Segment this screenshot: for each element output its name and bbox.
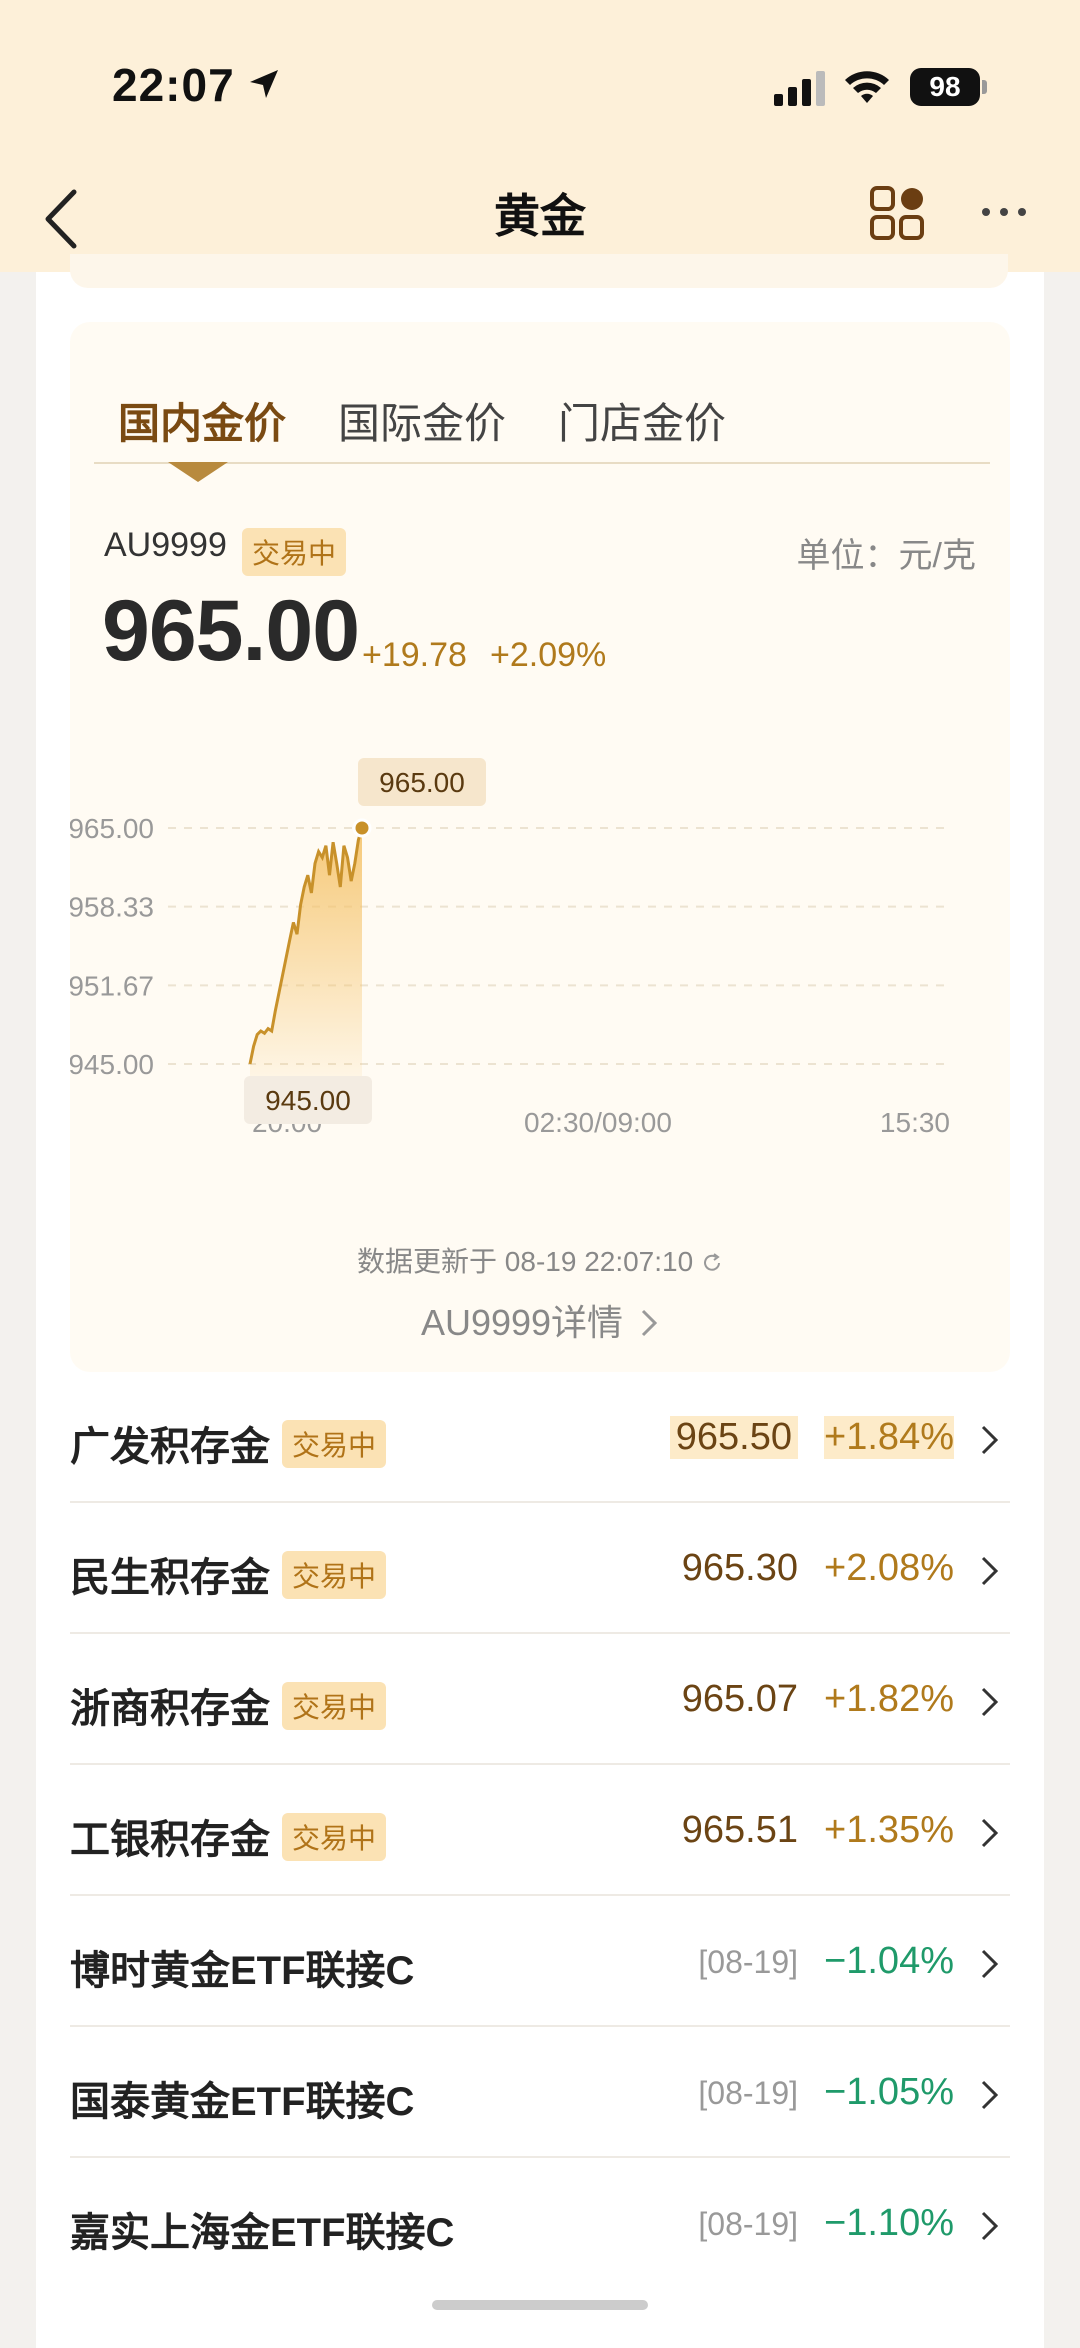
product-row[interactable]: 国泰黄金ETF联接C [08-19] −1.05% (70, 2027, 1010, 2158)
product-name: 民生积存金 (70, 1556, 270, 1600)
x-tick-label: 02:30/09:00 (524, 1107, 672, 1138)
mini-apps-icon[interactable] (868, 184, 928, 244)
product-date: [08-19] (698, 2075, 798, 2111)
active-tab-indicator (168, 462, 228, 482)
status-time: 22:07 (112, 59, 235, 111)
y-tick-label: 965.00 (70, 813, 154, 844)
product-row[interactable]: 广发积存金 交易中 965.50 +1.84% (70, 1372, 1010, 1503)
product-change: −1.05% (824, 2071, 954, 2113)
refresh-icon[interactable] (701, 1252, 723, 1274)
tab-store-gold[interactable]: 门店金价 (558, 390, 726, 451)
chevron-right-icon (981, 1425, 999, 1455)
product-change: +1.84% (824, 1416, 954, 1459)
product-price: 965.30 (681, 1547, 798, 1589)
product-row[interactable]: 工银积存金 交易中 965.51 +1.35% (70, 1765, 1010, 1896)
cellular-signal-icon (774, 71, 825, 106)
home-indicator (432, 2300, 648, 2310)
y-tick-label: 958.33 (70, 892, 154, 923)
detail-link[interactable]: AU9999详情 (70, 1294, 1010, 1346)
product-name: 工银积存金 (70, 1818, 270, 1862)
chevron-right-icon (981, 2211, 999, 2241)
price-change-percent: +2.09% (490, 636, 607, 674)
chevron-right-icon (981, 1949, 999, 1979)
max-value-label: 965.00 (379, 767, 465, 798)
trading-status-badge: 交易中 (282, 1682, 387, 1730)
product-change: +1.82% (824, 1678, 954, 1720)
series-area (250, 828, 362, 1094)
product-name: 国泰黄金ETF联接C (70, 2080, 415, 2124)
product-change: +2.08% (824, 1547, 954, 1589)
y-tick-label: 945.00 (70, 1049, 154, 1080)
chevron-right-icon (981, 1687, 999, 1717)
product-row[interactable]: 嘉实上海金ETF联接C [08-19] −1.10% (70, 2158, 1010, 2289)
product-row[interactable]: 浙商积存金 交易中 965.07 +1.82% (70, 1634, 1010, 1765)
tab-divider (94, 462, 990, 464)
product-list: 广发积存金 交易中 965.50 +1.84% 民生积存金 交易中 965.30 +2.08%… (70, 1372, 1010, 2289)
update-text: 数据更新于 08-19 22:07:10 (357, 1246, 694, 1277)
quote-symbol: AU9999 (104, 526, 227, 564)
trading-status-badge: 交易中 (282, 1420, 387, 1468)
price-panel: 国内金价 国际金价 门店金价 AU9999 交易中 单位：元/克 965.00 … (70, 322, 1010, 1372)
chevron-right-icon (981, 1818, 999, 1848)
product-name: 嘉实上海金ETF联接C (70, 2211, 455, 2255)
y-tick-label: 951.67 (70, 970, 154, 1001)
location-arrow-icon (250, 70, 278, 98)
product-date: [08-19] (698, 1944, 798, 1980)
current-price: 965.00 (102, 583, 360, 679)
product-name: 浙商积存金 (70, 1687, 270, 1731)
chevron-right-icon (981, 2080, 999, 2110)
product-change: +1.35% (824, 1809, 954, 1851)
product-price: 965.50 (669, 1416, 798, 1459)
more-icon[interactable] (980, 202, 1028, 222)
product-row[interactable]: 博时黄金ETF联接C [08-19] −1.04% (70, 1896, 1010, 2027)
product-date: [08-19] (698, 2206, 798, 2242)
trading-status-badge: 交易中 (282, 1813, 387, 1861)
detail-link-label: AU9999详情 (420, 1302, 624, 1343)
tab-domestic-gold[interactable]: 国内金价 (118, 390, 286, 451)
product-price: 965.51 (681, 1809, 798, 1851)
x-tick-label: 15:30 (880, 1107, 950, 1138)
trading-status-badge: 交易中 (282, 1551, 387, 1599)
update-timestamp: 数据更新于 08-19 22:07:10 (70, 1240, 1010, 1280)
price-unit: 单位：元/克 (796, 537, 976, 575)
product-name: 博时黄金ETF联接C (70, 1949, 415, 1993)
price-change: +19.78 (362, 636, 467, 674)
battery-indicator: 98 (910, 68, 980, 106)
product-row[interactable]: 民生积存金 交易中 965.30 +2.08% (70, 1503, 1010, 1634)
wifi-icon (845, 71, 889, 103)
latest-point-marker (352, 818, 372, 838)
intraday-price-chart[interactable]: 965.00958.33951.67945.0020:0002:30/09:00… (70, 672, 1010, 1252)
battery-tip (982, 80, 987, 94)
trading-status-badge: 交易中 (242, 528, 347, 576)
min-value-label: 945.00 (265, 1085, 351, 1116)
chevron-right-icon (642, 1309, 658, 1337)
card-top-strip (70, 254, 1008, 288)
product-change: −1.04% (824, 1940, 954, 1982)
product-price: 965.07 (681, 1678, 798, 1720)
product-change: −1.10% (824, 2202, 954, 2244)
status-bar: 22:07 98 (0, 0, 1080, 172)
product-name: 广发积存金 (70, 1425, 270, 1469)
chevron-right-icon (981, 1556, 999, 1586)
tab-international-gold[interactable]: 国际金价 (338, 390, 506, 451)
